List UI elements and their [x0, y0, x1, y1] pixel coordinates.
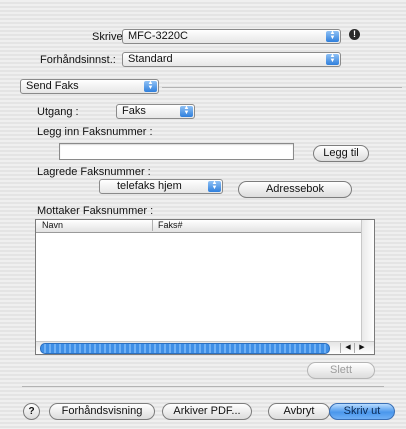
column-header-name[interactable]: Navn	[42, 220, 63, 231]
recipients-label: Mottaker Faksnummer :	[37, 205, 154, 217]
popup-arrows-icon: ▲ ▼	[326, 53, 339, 65]
output-value: Faks	[122, 105, 146, 117]
popup-arrows-icon: ▲ ▼	[208, 180, 221, 192]
table-header: Navn Faks#	[36, 220, 362, 233]
scroll-left-icon[interactable]: ◀	[340, 343, 355, 353]
preview-button[interactable]: Forhåndsvisning	[49, 403, 155, 420]
presets-popup[interactable]: Standard ▲ ▼	[122, 52, 341, 67]
print-button[interactable]: Skriv ut	[329, 403, 395, 420]
stored-popup[interactable]: telefaks hjem ▲ ▼	[99, 179, 223, 194]
printer-status-icon: !	[349, 29, 360, 40]
footer-separator	[22, 386, 384, 387]
scrollbar-thumb[interactable]	[40, 343, 330, 354]
delete-button[interactable]: Slett	[307, 362, 375, 379]
horizontal-scrollbar[interactable]: ◀ ▶	[36, 341, 374, 354]
column-header-fax[interactable]: Faks#	[158, 220, 183, 231]
panel-popup[interactable]: Send Faks ▲ ▼	[20, 79, 159, 94]
popup-arrows-icon: ▲ ▼	[144, 80, 157, 92]
presets-label: Forhåndsinnst.:	[40, 54, 116, 66]
fax-number-value	[60, 145, 63, 157]
stored-label: Lagrede Faksnummer :	[37, 166, 151, 178]
printer-popup[interactable]: MFC-3220C ▲ ▼	[122, 29, 341, 44]
fax-number-input[interactable]	[59, 143, 294, 160]
column-divider	[152, 220, 153, 231]
vertical-scrollbar[interactable]	[361, 220, 374, 342]
popup-arrows-icon: ▲ ▼	[180, 105, 193, 117]
cancel-button[interactable]: Avbryt	[268, 403, 330, 420]
printer-value: MFC-3220C	[128, 30, 188, 42]
output-label: Utgang :	[37, 106, 79, 118]
panel-value: Send Faks	[26, 80, 79, 92]
fax-entry-label: Legg inn Faksnummer :	[37, 126, 153, 138]
popup-arrows-icon: ▲ ▼	[326, 30, 339, 42]
archive-pdf-button[interactable]: Arkiver PDF...	[162, 403, 252, 420]
add-button[interactable]: Legg til	[313, 145, 369, 162]
addressbook-button[interactable]: Adressebok	[238, 181, 352, 198]
help-button[interactable]: ?	[23, 403, 40, 420]
panel-separator	[162, 87, 402, 88]
scroll-right-icon[interactable]: ▶	[354, 343, 369, 353]
stored-value: telefaks hjem	[117, 180, 182, 192]
recipients-table[interactable]: Navn Faks# ◀ ▶	[35, 219, 375, 355]
output-popup[interactable]: Faks ▲ ▼	[116, 104, 195, 119]
presets-value: Standard	[128, 53, 173, 65]
